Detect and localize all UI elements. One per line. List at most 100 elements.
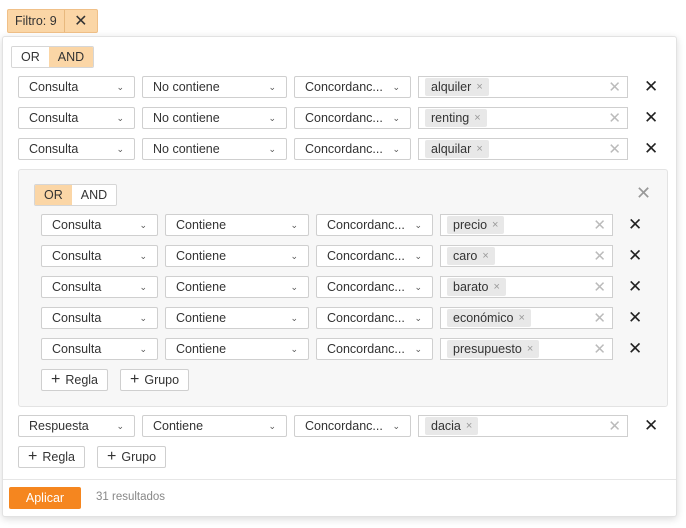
filter-chip[interactable]: Filtro: 9 ✕ <box>7 9 98 33</box>
tag-remove-icon[interactable]: × <box>476 143 482 155</box>
value-tags-input[interactable]: alquilar × ✕ <box>418 138 628 160</box>
plus-icon: + <box>51 371 61 388</box>
add-group-label: Grupo <box>121 450 157 464</box>
tag-remove-icon[interactable]: × <box>474 112 480 124</box>
chevron-down-icon: ⌄ <box>268 112 276 123</box>
group-add-rule-button[interactable]: + Regla <box>41 369 109 391</box>
match-value: Concordanc... <box>327 311 405 325</box>
clear-values-icon[interactable]: ✕ <box>608 109 621 127</box>
remove-rule-icon[interactable]: ✕ <box>628 339 642 359</box>
match-select[interactable]: Concordanc... ⌄ <box>316 214 433 236</box>
chevron-down-icon: ⌄ <box>290 343 298 354</box>
tag-remove-icon[interactable]: × <box>493 281 499 293</box>
field-value: Consulta <box>52 311 102 325</box>
tag-label: barato <box>453 280 489 294</box>
tag-remove-icon[interactable]: × <box>492 219 498 231</box>
operator-select[interactable]: No contiene ⌄ <box>142 138 287 160</box>
match-select[interactable]: Concordanc... ⌄ <box>294 415 411 437</box>
match-select[interactable]: Concordanc... ⌄ <box>294 138 411 160</box>
group-logic-toggle[interactable]: OR AND <box>34 184 118 206</box>
value-tag: caro × <box>447 247 495 265</box>
tag-remove-icon[interactable]: × <box>482 250 488 262</box>
clear-values-icon[interactable]: ✕ <box>593 247 606 265</box>
chevron-down-icon: ⌄ <box>139 281 147 292</box>
add-group-label: Grupo <box>144 373 180 387</box>
match-value: Concordanc... <box>327 280 405 294</box>
field-select[interactable]: Consulta ⌄ <box>41 245 158 267</box>
remove-rule-icon[interactable]: ✕ <box>628 215 642 235</box>
match-select[interactable]: Concordanc... ⌄ <box>316 245 433 267</box>
value-tags-input[interactable]: renting × ✕ <box>418 107 628 129</box>
clear-values-icon[interactable]: ✕ <box>593 216 606 234</box>
filter-chip-label[interactable]: Filtro: 9 <box>8 10 65 32</box>
clear-values-icon[interactable]: ✕ <box>593 309 606 327</box>
root-or-button[interactable]: OR <box>12 47 49 67</box>
group-or-button[interactable]: OR <box>35 185 72 205</box>
match-select[interactable]: Concordanc... ⌄ <box>316 338 433 360</box>
field-value: Consulta <box>29 142 79 156</box>
remove-rule-icon[interactable]: ✕ <box>644 139 658 159</box>
value-tags-input[interactable]: precio × ✕ <box>440 214 613 236</box>
clear-values-icon[interactable]: ✕ <box>608 417 621 435</box>
group-add-group-button[interactable]: + Grupo <box>120 369 190 391</box>
match-select[interactable]: Concordanc... ⌄ <box>316 276 433 298</box>
clear-values-icon[interactable]: ✕ <box>608 78 621 96</box>
field-select[interactable]: Consulta ⌄ <box>41 307 158 329</box>
operator-select[interactable]: Contiene ⌄ <box>165 307 309 329</box>
match-value: Concordanc... <box>305 111 383 125</box>
operator-select[interactable]: Contiene ⌄ <box>165 245 309 267</box>
remove-rule-icon[interactable]: ✕ <box>644 416 658 436</box>
operator-value: Contiene <box>176 342 227 356</box>
group-and-button[interactable]: AND <box>71 185 117 205</box>
clear-values-icon[interactable]: ✕ <box>608 140 621 158</box>
remove-rule-icon[interactable]: ✕ <box>628 308 642 328</box>
value-tags-input[interactable]: alquiler × ✕ <box>418 76 628 98</box>
remove-rule-icon[interactable]: ✕ <box>628 246 642 266</box>
tag-remove-icon[interactable]: × <box>476 81 482 93</box>
apply-button[interactable]: Aplicar <box>9 487 81 509</box>
operator-value: No contiene <box>153 142 220 156</box>
root-and-button[interactable]: AND <box>48 47 94 67</box>
chevron-down-icon: ⌄ <box>290 219 298 230</box>
operator-select[interactable]: Contiene ⌄ <box>165 338 309 360</box>
operator-select[interactable]: Contiene ⌄ <box>165 276 309 298</box>
chevron-down-icon: ⌄ <box>116 112 124 123</box>
field-value: Consulta <box>52 342 102 356</box>
field-select[interactable]: Consulta ⌄ <box>41 276 158 298</box>
value-tags-input[interactable]: presupuesto × ✕ <box>440 338 613 360</box>
value-tags-input[interactable]: barato × ✕ <box>440 276 613 298</box>
remove-rule-icon[interactable]: ✕ <box>628 277 642 297</box>
root-logic-toggle[interactable]: OR AND <box>11 46 95 68</box>
operator-select[interactable]: No contiene ⌄ <box>142 76 287 98</box>
value-tags-input[interactable]: dacia × ✕ <box>418 415 628 437</box>
chevron-down-icon: ⌄ <box>290 281 298 292</box>
remove-group-icon[interactable]: ✕ <box>636 183 651 204</box>
tag-remove-icon[interactable]: × <box>527 343 533 355</box>
match-select[interactable]: Concordanc... ⌄ <box>316 307 433 329</box>
operator-select[interactable]: Contiene ⌄ <box>142 415 287 437</box>
field-select[interactable]: Consulta ⌄ <box>18 76 135 98</box>
field-select[interactable]: Consulta ⌄ <box>18 107 135 129</box>
field-select[interactable]: Consulta ⌄ <box>41 214 158 236</box>
chevron-down-icon: ⌄ <box>139 343 147 354</box>
clear-filter-icon[interactable]: ✕ <box>65 11 97 31</box>
value-tags-input[interactable]: económico × ✕ <box>440 307 613 329</box>
field-select[interactable]: Consulta ⌄ <box>18 138 135 160</box>
field-select[interactable]: Respuesta ⌄ <box>18 415 135 437</box>
match-select[interactable]: Concordanc... ⌄ <box>294 107 411 129</box>
add-group-button[interactable]: + Grupo <box>97 446 167 468</box>
clear-values-icon[interactable]: ✕ <box>593 340 606 358</box>
match-value: Concordanc... <box>327 218 405 232</box>
clear-values-icon[interactable]: ✕ <box>593 278 606 296</box>
chevron-down-icon: ⌄ <box>414 281 422 292</box>
operator-select[interactable]: Contiene ⌄ <box>165 214 309 236</box>
add-rule-button[interactable]: + Regla <box>18 446 86 468</box>
tag-remove-icon[interactable]: × <box>466 420 472 432</box>
field-select[interactable]: Consulta ⌄ <box>41 338 158 360</box>
value-tags-input[interactable]: caro × ✕ <box>440 245 613 267</box>
match-select[interactable]: Concordanc... ⌄ <box>294 76 411 98</box>
tag-remove-icon[interactable]: × <box>518 312 524 324</box>
remove-rule-icon[interactable]: ✕ <box>644 108 658 128</box>
operator-select[interactable]: No contiene ⌄ <box>142 107 287 129</box>
remove-rule-icon[interactable]: ✕ <box>644 77 658 97</box>
